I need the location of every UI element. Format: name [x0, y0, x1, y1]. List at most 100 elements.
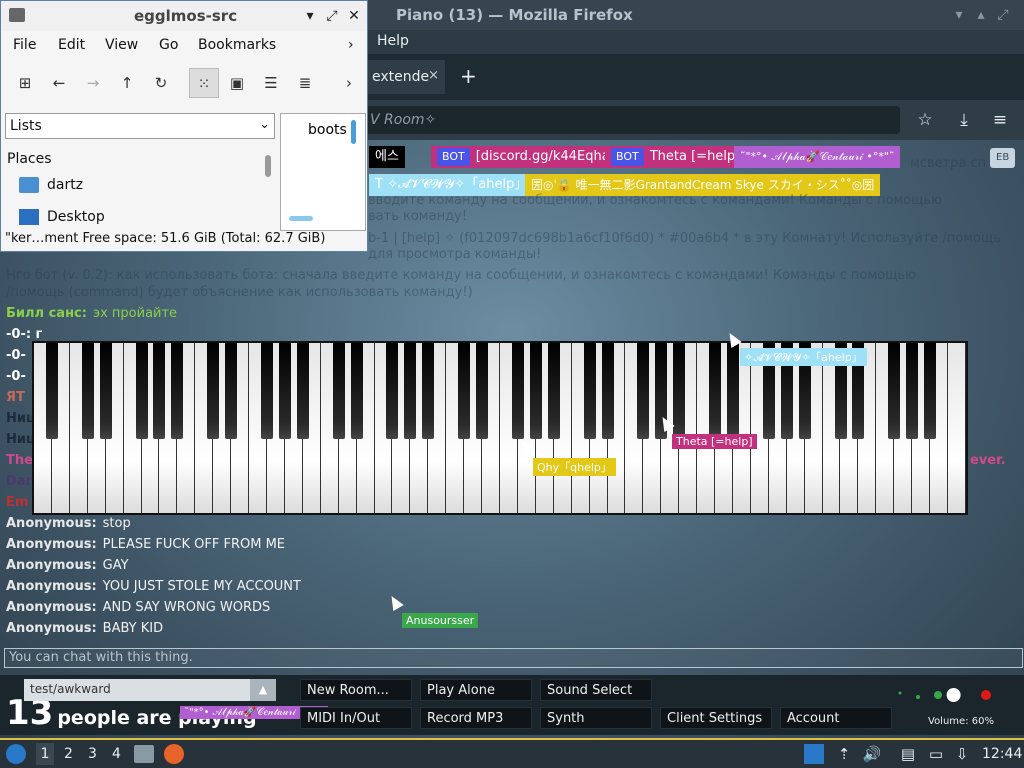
black-key[interactable]: [709, 343, 722, 439]
chevron-up-icon[interactable]: ▲: [250, 679, 276, 701]
piano-keyboard[interactable]: [32, 341, 968, 515]
black-key[interactable]: [511, 343, 524, 439]
menu-edit[interactable]: Edit: [58, 37, 85, 53]
workspace-3[interactable]: 3: [88, 746, 97, 762]
black-key[interactable]: [207, 343, 220, 439]
bookmark-star-icon[interactable]: ☆: [913, 108, 937, 132]
black-key[interactable]: [171, 343, 184, 439]
user-tag[interactable]: BOT [discord.gg/k44Eqha]: [431, 146, 621, 168]
black-key[interactable]: [225, 343, 238, 439]
black-key[interactable]: [296, 343, 309, 439]
window-list-icon[interactable]: [804, 744, 824, 764]
black-key[interactable]: [153, 343, 166, 439]
horizontal-scrollbar[interactable]: [289, 216, 313, 221]
network-icon[interactable]: ▭: [926, 744, 946, 764]
client-settings-button[interactable]: Client Settings: [660, 707, 772, 729]
black-key[interactable]: [332, 343, 345, 439]
places-scrollbar[interactable]: [265, 155, 271, 177]
play-alone-button[interactable]: Play Alone: [420, 679, 532, 701]
black-key[interactable]: [547, 343, 560, 439]
menu-bookmarks[interactable]: Bookmarks: [198, 37, 276, 53]
midi-button[interactable]: MIDI In/Out: [300, 707, 412, 729]
upload-icon[interactable]: ⇡: [834, 744, 854, 764]
workspace-4[interactable]: 4: [112, 746, 121, 762]
update-icon[interactable]: ⇩: [952, 744, 972, 764]
reload-icon[interactable]: ↻: [149, 71, 173, 95]
app-menu-icon[interactable]: [6, 744, 26, 764]
chat-input[interactable]: You can chat with this thing.: [4, 648, 1023, 668]
black-key[interactable]: [906, 343, 919, 439]
synth-button[interactable]: Synth: [540, 707, 652, 729]
close-tab-icon[interactable]: ×: [428, 68, 439, 83]
black-key[interactable]: [422, 343, 435, 439]
menu-view[interactable]: View: [105, 37, 138, 53]
menu-go[interactable]: Go: [159, 37, 178, 53]
volume-icon[interactable]: 🔊: [862, 744, 882, 764]
new-tab-button[interactable]: +: [460, 64, 477, 88]
maximize-icon[interactable]: ⤢: [323, 7, 341, 25]
app-menu-icon[interactable]: ≡: [988, 108, 1012, 132]
volume-slider[interactable]: [892, 685, 1002, 715]
tag-toggle-button[interactable]: EB: [990, 148, 1016, 168]
menu-file[interactable]: File: [13, 37, 36, 53]
clipboard-icon[interactable]: ▤: [898, 744, 918, 764]
close-icon[interactable]: ✕: [345, 7, 363, 25]
black-key[interactable]: [476, 343, 489, 439]
vertical-scrollbar[interactable]: [351, 120, 356, 144]
maximize-icon[interactable]: ⤢: [994, 6, 1012, 24]
user-tag[interactable]: BOT Theta [=help]: [605, 146, 747, 168]
record-mp3-button[interactable]: Record MP3: [420, 707, 532, 729]
sound-select-button[interactable]: Sound Select: [540, 679, 652, 701]
new-room-button[interactable]: New Room...: [300, 679, 412, 701]
back-icon[interactable]: ←: [47, 71, 71, 95]
side-pane-select[interactable]: Lists ⌄: [5, 113, 275, 139]
forward-icon[interactable]: →: [81, 71, 105, 95]
black-key[interactable]: [45, 343, 58, 439]
file-manager-icon[interactable]: [134, 745, 154, 763]
black-key[interactable]: [135, 343, 148, 439]
file-item-boots[interactable]: boots: [308, 122, 347, 138]
icon-view-icon[interactable]: ⁙: [189, 68, 219, 98]
black-key[interactable]: [458, 343, 471, 439]
volume-knob[interactable]: [946, 688, 961, 702]
black-key[interactable]: [261, 343, 273, 439]
black-key[interactable]: [81, 343, 94, 439]
room-select[interactable]: test/awkward ▲: [24, 679, 276, 701]
menu-help[interactable]: Help: [377, 33, 409, 49]
black-key[interactable]: [278, 343, 291, 439]
thumbnail-view-icon[interactable]: ▣: [225, 71, 249, 95]
detail-view-icon[interactable]: ≣: [293, 71, 317, 95]
tab-extended[interactable]: extende ×: [360, 60, 445, 94]
new-tab-icon[interactable]: ⊞: [13, 71, 37, 95]
toolbar-more-icon[interactable]: ›: [337, 71, 361, 95]
menu-more-icon[interactable]: ›: [348, 37, 354, 53]
black-key[interactable]: [350, 343, 363, 439]
black-key[interactable]: [924, 343, 937, 439]
black-key[interactable]: [386, 343, 399, 439]
account-button[interactable]: Account: [780, 707, 892, 729]
user-tag[interactable]: ˜"*°• 𝒜𝓁𝓅𝒽𝒶🚀𝒞𝑒𝓃𝓉𝒶𝓊𝓇𝒾 •°*"˜: [734, 146, 901, 168]
place-item-desktop[interactable]: Desktop: [19, 209, 105, 225]
restore-icon[interactable]: ▴: [972, 6, 990, 24]
record-indicator: [981, 690, 991, 700]
up-icon[interactable]: ↑: [115, 71, 139, 95]
black-key[interactable]: [673, 343, 686, 439]
user-tag[interactable]: 에스: [369, 146, 405, 168]
black-key[interactable]: [888, 343, 901, 439]
place-item-dartz[interactable]: dartz: [19, 177, 83, 193]
workspace-1[interactable]: 1: [36, 743, 54, 765]
black-key[interactable]: [99, 343, 112, 439]
url-bar[interactable]: V Room✧: [360, 106, 900, 134]
downloads-icon[interactable]: ⤓: [952, 108, 976, 132]
black-key[interactable]: [637, 343, 650, 439]
workspace-2[interactable]: 2: [64, 746, 73, 762]
black-key[interactable]: [529, 343, 542, 439]
black-key[interactable]: [583, 343, 596, 439]
black-key[interactable]: [404, 343, 417, 439]
black-key[interactable]: [601, 343, 614, 439]
firefox-icon[interactable]: [164, 744, 184, 764]
minimize-icon[interactable]: ▾: [950, 6, 968, 24]
black-key[interactable]: [727, 343, 739, 439]
minimize-icon[interactable]: ▾: [301, 7, 319, 25]
compact-view-icon[interactable]: ☰: [259, 71, 283, 95]
